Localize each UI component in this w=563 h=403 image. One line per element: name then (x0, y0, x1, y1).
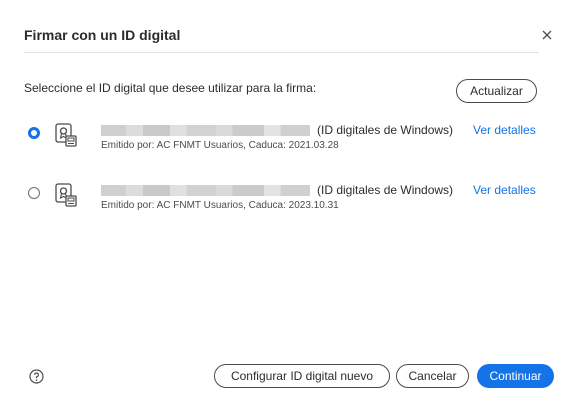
id-name-redacted-1 (101, 125, 310, 136)
id-radio-2[interactable] (28, 187, 40, 199)
configure-new-id-button[interactable]: Configurar ID digital nuevo (214, 364, 390, 388)
id-radio-1[interactable] (28, 127, 40, 139)
refresh-button[interactable]: Actualizar (456, 79, 537, 103)
id-issued-text-2: Emitido por: AC FNMT Usuarios, Caduca: 2… (101, 200, 339, 211)
close-icon[interactable] (540, 28, 554, 42)
id-issued-text-1: Emitido por: AC FNMT Usuarios, Caduca: 2… (101, 140, 339, 151)
continue-button[interactable]: Continuar (477, 364, 554, 388)
view-details-link-2[interactable]: Ver detalles (473, 183, 536, 197)
certificate-icon (55, 183, 77, 207)
view-details-link-1[interactable]: Ver detalles (473, 123, 536, 137)
id-type-label-2: (ID digitales de Windows) (317, 183, 454, 197)
cancel-button[interactable]: Cancelar (396, 364, 469, 388)
dialog-title: Firmar con un ID digital (24, 27, 181, 43)
id-type-label-1: (ID digitales de Windows) (317, 123, 454, 137)
id-name-redacted-2 (101, 185, 310, 196)
certificate-icon (55, 123, 77, 147)
help-icon[interactable] (29, 369, 44, 384)
title-divider (24, 52, 539, 53)
select-id-prompt: Seleccione el ID digital que desee utili… (24, 81, 317, 95)
sign-dialog: Firmar con un ID digital Seleccione el I… (0, 0, 563, 403)
